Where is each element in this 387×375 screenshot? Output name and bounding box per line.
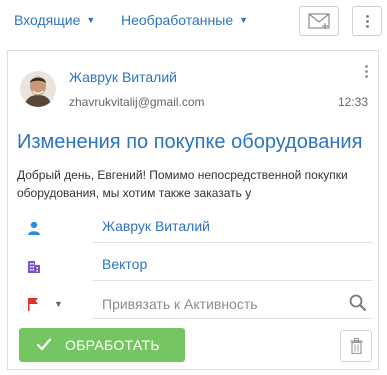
check-icon [36,338,52,351]
chevron-down-icon: ▼ [54,299,63,309]
chevron-down-icon: ▼ [86,15,96,25]
account-row: Вектор [17,251,373,281]
status-filter-dropdown[interactable]: Необработанные ▼ [121,12,248,28]
sender-name-link[interactable]: Жаврук Виталий [69,69,177,85]
chevron-down-icon: ▼ [239,15,249,25]
more-vertical-icon [366,15,369,28]
message-time: 12:33 [337,95,368,109]
new-mail-button[interactable] [299,6,339,36]
contact-link[interactable]: Жаврук Виталий [102,218,210,234]
card-menu-icon[interactable] [362,65,370,80]
search-icon[interactable] [349,294,367,312]
email-subject[interactable]: Изменения по покупке оборудования [17,131,373,154]
avatar [20,71,56,107]
flag-icon [28,298,38,311]
process-button[interactable]: ОБРАБОТАТЬ [19,328,185,362]
divider [92,242,373,243]
contact-row: Жаврук Виталий [17,213,373,243]
folder-filter-label: Входящие [14,12,81,28]
top-bar: Входящие ▼ Необработанные ▼ [0,0,387,44]
divider [92,280,373,281]
process-button-label: ОБРАБОТАТЬ [65,337,160,353]
contact-icon [28,221,40,235]
email-card[interactable]: Жаврук Виталий zhavrukvitalij@gmail.com … [7,50,379,370]
sender-email: zhavrukvitalij@gmail.com [69,95,205,109]
account-icon [28,261,40,273]
delete-button[interactable] [340,330,372,362]
account-link[interactable]: Вектор [102,256,147,272]
more-options-button[interactable] [352,6,382,36]
folder-filter-dropdown[interactable]: Входящие ▼ [14,12,95,28]
divider [92,318,373,319]
activity-input[interactable]: Привязать к Активность [102,296,258,312]
email-body-preview: Добрый день, Евгений! Помимо непосредств… [17,168,348,200]
mail-icon [308,13,330,29]
status-filter-label: Необработанные [121,12,234,28]
activity-row: ▼ Привязать к Активность [17,289,373,319]
trash-icon [350,338,363,354]
